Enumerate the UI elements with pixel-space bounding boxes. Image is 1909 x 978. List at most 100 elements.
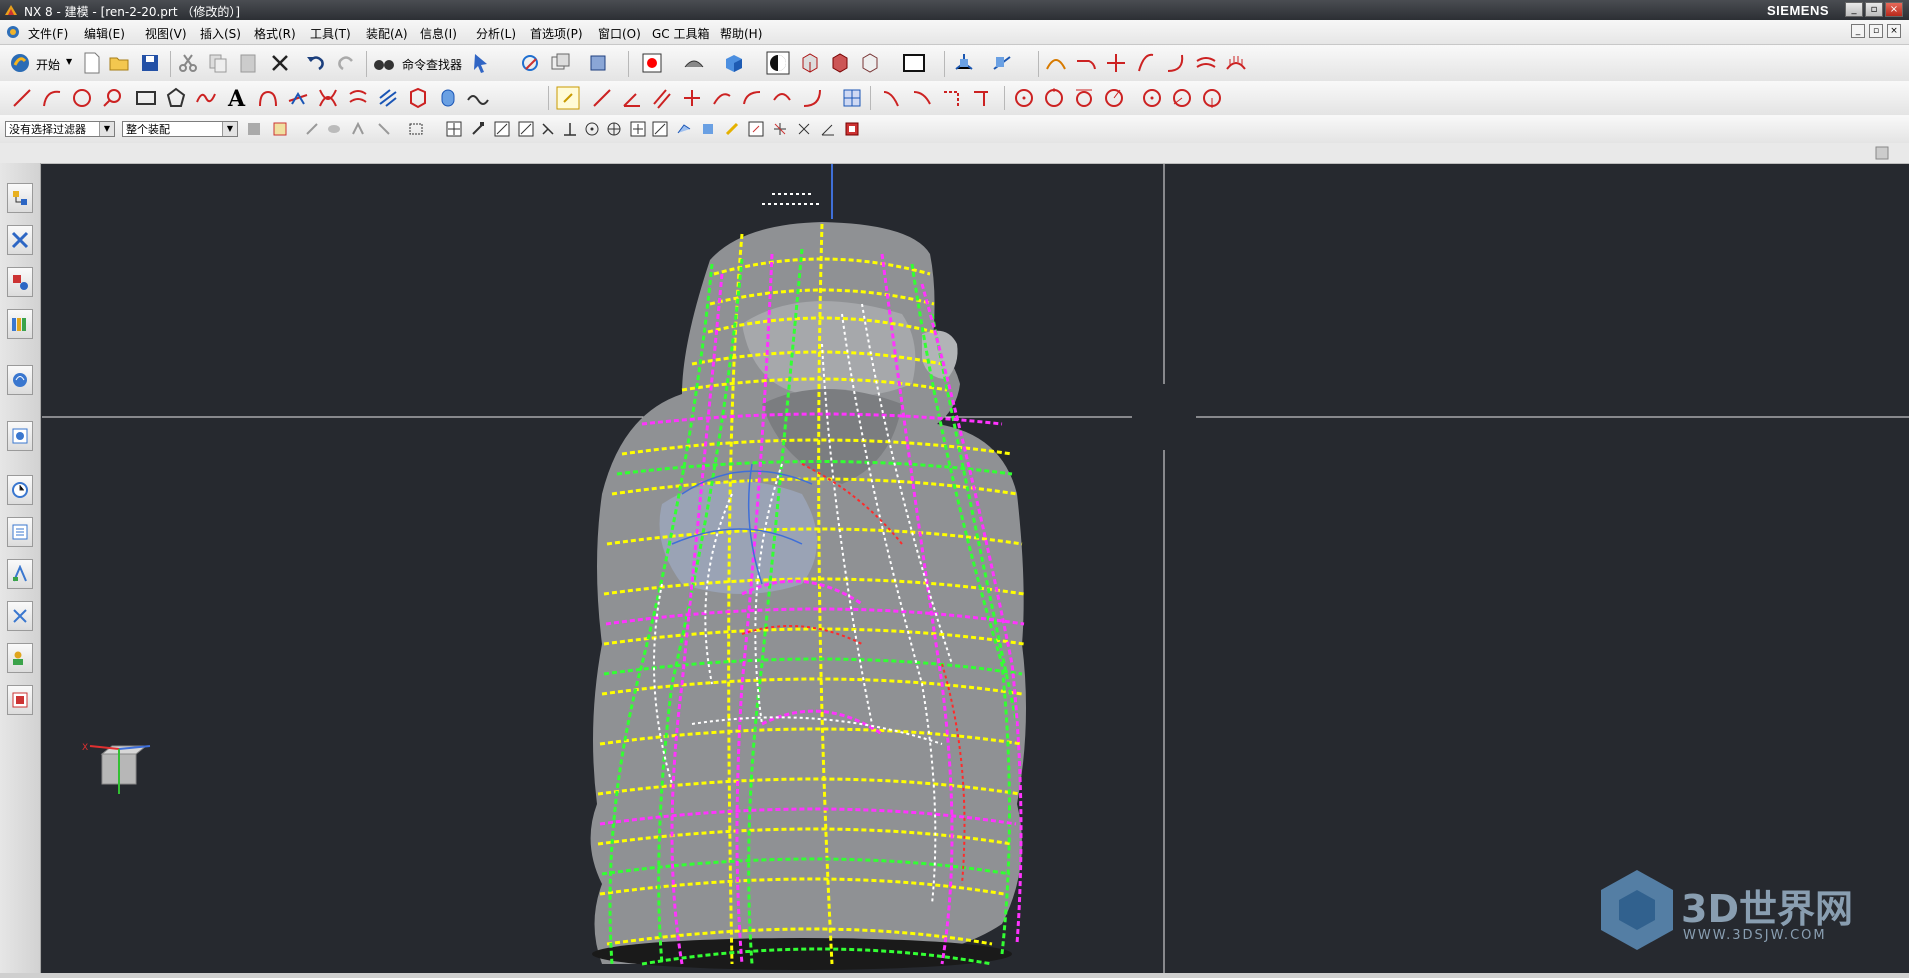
maximize-button[interactable]: ▫ bbox=[1865, 2, 1883, 17]
snap-on-face-icon[interactable] bbox=[676, 121, 692, 137]
select-face-icon[interactable] bbox=[350, 121, 366, 137]
offset-icon[interactable] bbox=[256, 86, 280, 110]
cylinder-curve-icon[interactable] bbox=[436, 86, 460, 110]
orient-view-icon[interactable] bbox=[682, 51, 706, 75]
menu-assembly[interactable]: 装配(A) bbox=[366, 25, 408, 42]
extend-curve-icon[interactable] bbox=[1074, 51, 1098, 75]
part-navigator-tab[interactable] bbox=[7, 267, 33, 297]
layer-icon[interactable] bbox=[548, 51, 572, 75]
menu-gc-toolbox[interactable]: GC 工具箱 bbox=[652, 25, 710, 42]
rendering-style-icon[interactable] bbox=[722, 51, 746, 75]
curve-analysis-icon[interactable] bbox=[1044, 51, 1068, 75]
polygon-icon[interactable] bbox=[164, 86, 188, 110]
comb-icon[interactable] bbox=[1224, 51, 1248, 75]
snap-polar-icon[interactable] bbox=[772, 121, 788, 137]
fillet-icon[interactable] bbox=[100, 86, 124, 110]
arc-diameter-icon[interactable] bbox=[1200, 86, 1224, 110]
snap-perpendicular-icon[interactable] bbox=[562, 121, 578, 137]
snap-end-icon[interactable] bbox=[470, 121, 486, 137]
constraint-navigator-tab[interactable] bbox=[7, 225, 33, 255]
snap-bounded-icon[interactable] bbox=[700, 121, 716, 137]
radius-circle-icon[interactable] bbox=[1102, 86, 1126, 110]
graphics-window[interactable]: X 3D世界网 WWW.3DSJW.COM bbox=[42, 164, 1909, 978]
tangent-circle-icon[interactable] bbox=[1072, 86, 1096, 110]
sketch-angle-icon[interactable] bbox=[620, 86, 644, 110]
snap-on-curve-icon[interactable] bbox=[652, 121, 668, 137]
clip-cube-icon[interactable] bbox=[858, 51, 882, 75]
snap-grid-icon[interactable] bbox=[748, 121, 764, 137]
menu-window[interactable]: 窗口(O) bbox=[598, 25, 641, 42]
snap-pencil-icon[interactable] bbox=[724, 121, 740, 137]
selection-tool-icon[interactable] bbox=[470, 51, 494, 75]
paste-icon[interactable] bbox=[236, 51, 260, 75]
command-finder-button[interactable]: 命令查找器 bbox=[402, 56, 462, 73]
system-materials-tab[interactable] bbox=[7, 475, 33, 505]
reuse-library-tab[interactable] bbox=[7, 309, 33, 339]
snap-angle-icon[interactable] bbox=[820, 121, 836, 137]
select-body-icon[interactable] bbox=[326, 121, 342, 137]
line-icon[interactable] bbox=[10, 86, 34, 110]
snap-control-icon[interactable] bbox=[518, 121, 534, 137]
menu-preferences[interactable]: 首选项(P) bbox=[530, 25, 583, 42]
delete-icon[interactable] bbox=[268, 51, 292, 75]
snap-existing-point-icon[interactable] bbox=[630, 121, 646, 137]
text-icon[interactable]: A bbox=[228, 86, 245, 112]
corner-icon[interactable] bbox=[940, 86, 964, 110]
menu-edit[interactable]: 编辑(E) bbox=[84, 25, 125, 42]
wcs-icon[interactable] bbox=[952, 51, 976, 75]
panel-toggle-icon[interactable] bbox=[1875, 146, 1889, 160]
center-circle-icon[interactable] bbox=[1042, 86, 1066, 110]
snap-tangent-icon[interactable] bbox=[796, 121, 812, 137]
link-icon[interactable] bbox=[556, 86, 580, 110]
menu-format[interactable]: 格式(R) bbox=[254, 25, 296, 42]
assembly-navigator-tab[interactable] bbox=[7, 183, 33, 213]
menu-file[interactable]: 文件(F) bbox=[28, 25, 68, 42]
snap-icon[interactable] bbox=[518, 51, 542, 75]
stop-icon[interactable] bbox=[844, 121, 860, 137]
divide-curve-icon[interactable] bbox=[970, 86, 994, 110]
snap-point-icon[interactable] bbox=[446, 121, 462, 137]
snap-quadrant-icon[interactable] bbox=[606, 121, 622, 137]
process-studio-tab[interactable] bbox=[7, 517, 33, 547]
grid-icon[interactable] bbox=[840, 86, 864, 110]
shaded-view-icon[interactable] bbox=[766, 51, 790, 75]
minimize-button[interactable]: _ bbox=[1845, 2, 1863, 17]
nx-menu-icon[interactable] bbox=[6, 25, 20, 39]
menu-insert[interactable]: 插入(S) bbox=[200, 25, 241, 42]
roles-tab[interactable] bbox=[7, 601, 33, 631]
move-icon[interactable] bbox=[586, 51, 610, 75]
select-arrow-icon[interactable] bbox=[304, 121, 320, 137]
red-cube-icon[interactable] bbox=[798, 51, 822, 75]
rectangle-icon[interactable] bbox=[134, 86, 158, 110]
redo-icon[interactable] bbox=[334, 51, 358, 75]
arc-three-point-icon[interactable] bbox=[800, 86, 824, 110]
arc-tangent-icon[interactable] bbox=[740, 86, 764, 110]
cut-icon[interactable] bbox=[176, 51, 200, 75]
new-file-icon[interactable] bbox=[80, 51, 104, 75]
project-curve-icon[interactable] bbox=[286, 86, 310, 110]
system-scenes-tab[interactable] bbox=[7, 643, 33, 673]
menu-view[interactable]: 视图(V) bbox=[145, 25, 187, 42]
arc-radius-icon[interactable] bbox=[1170, 86, 1194, 110]
arc-point-icon[interactable] bbox=[1140, 86, 1164, 110]
start-icon[interactable] bbox=[8, 51, 32, 75]
menu-analysis[interactable]: 分析(L) bbox=[476, 25, 516, 42]
web-browser-tab[interactable] bbox=[7, 365, 33, 395]
extract-curve-icon[interactable] bbox=[406, 86, 430, 110]
save-icon[interactable] bbox=[138, 51, 162, 75]
selection-filter-dropdown[interactable]: 没有选择过滤器 ▼ bbox=[5, 121, 115, 137]
parallel-lines-icon[interactable] bbox=[650, 86, 674, 110]
snap-mid-icon[interactable] bbox=[494, 121, 510, 137]
offset-curve-icon[interactable] bbox=[1194, 51, 1218, 75]
snap-intersection-icon[interactable] bbox=[540, 121, 556, 137]
trim-curve-icon[interactable] bbox=[1104, 51, 1128, 75]
open-folder-icon[interactable] bbox=[108, 51, 132, 75]
copy-icon[interactable] bbox=[206, 51, 230, 75]
mdi-restore-button[interactable]: ▫ bbox=[1869, 24, 1883, 38]
wave-curve-icon[interactable] bbox=[466, 86, 490, 110]
chord-icon[interactable] bbox=[710, 86, 734, 110]
circle-icon[interactable] bbox=[70, 86, 94, 110]
manufacturing-wizard-tab[interactable] bbox=[7, 559, 33, 589]
palette-tab[interactable] bbox=[7, 685, 33, 715]
spline-icon[interactable] bbox=[194, 86, 218, 110]
